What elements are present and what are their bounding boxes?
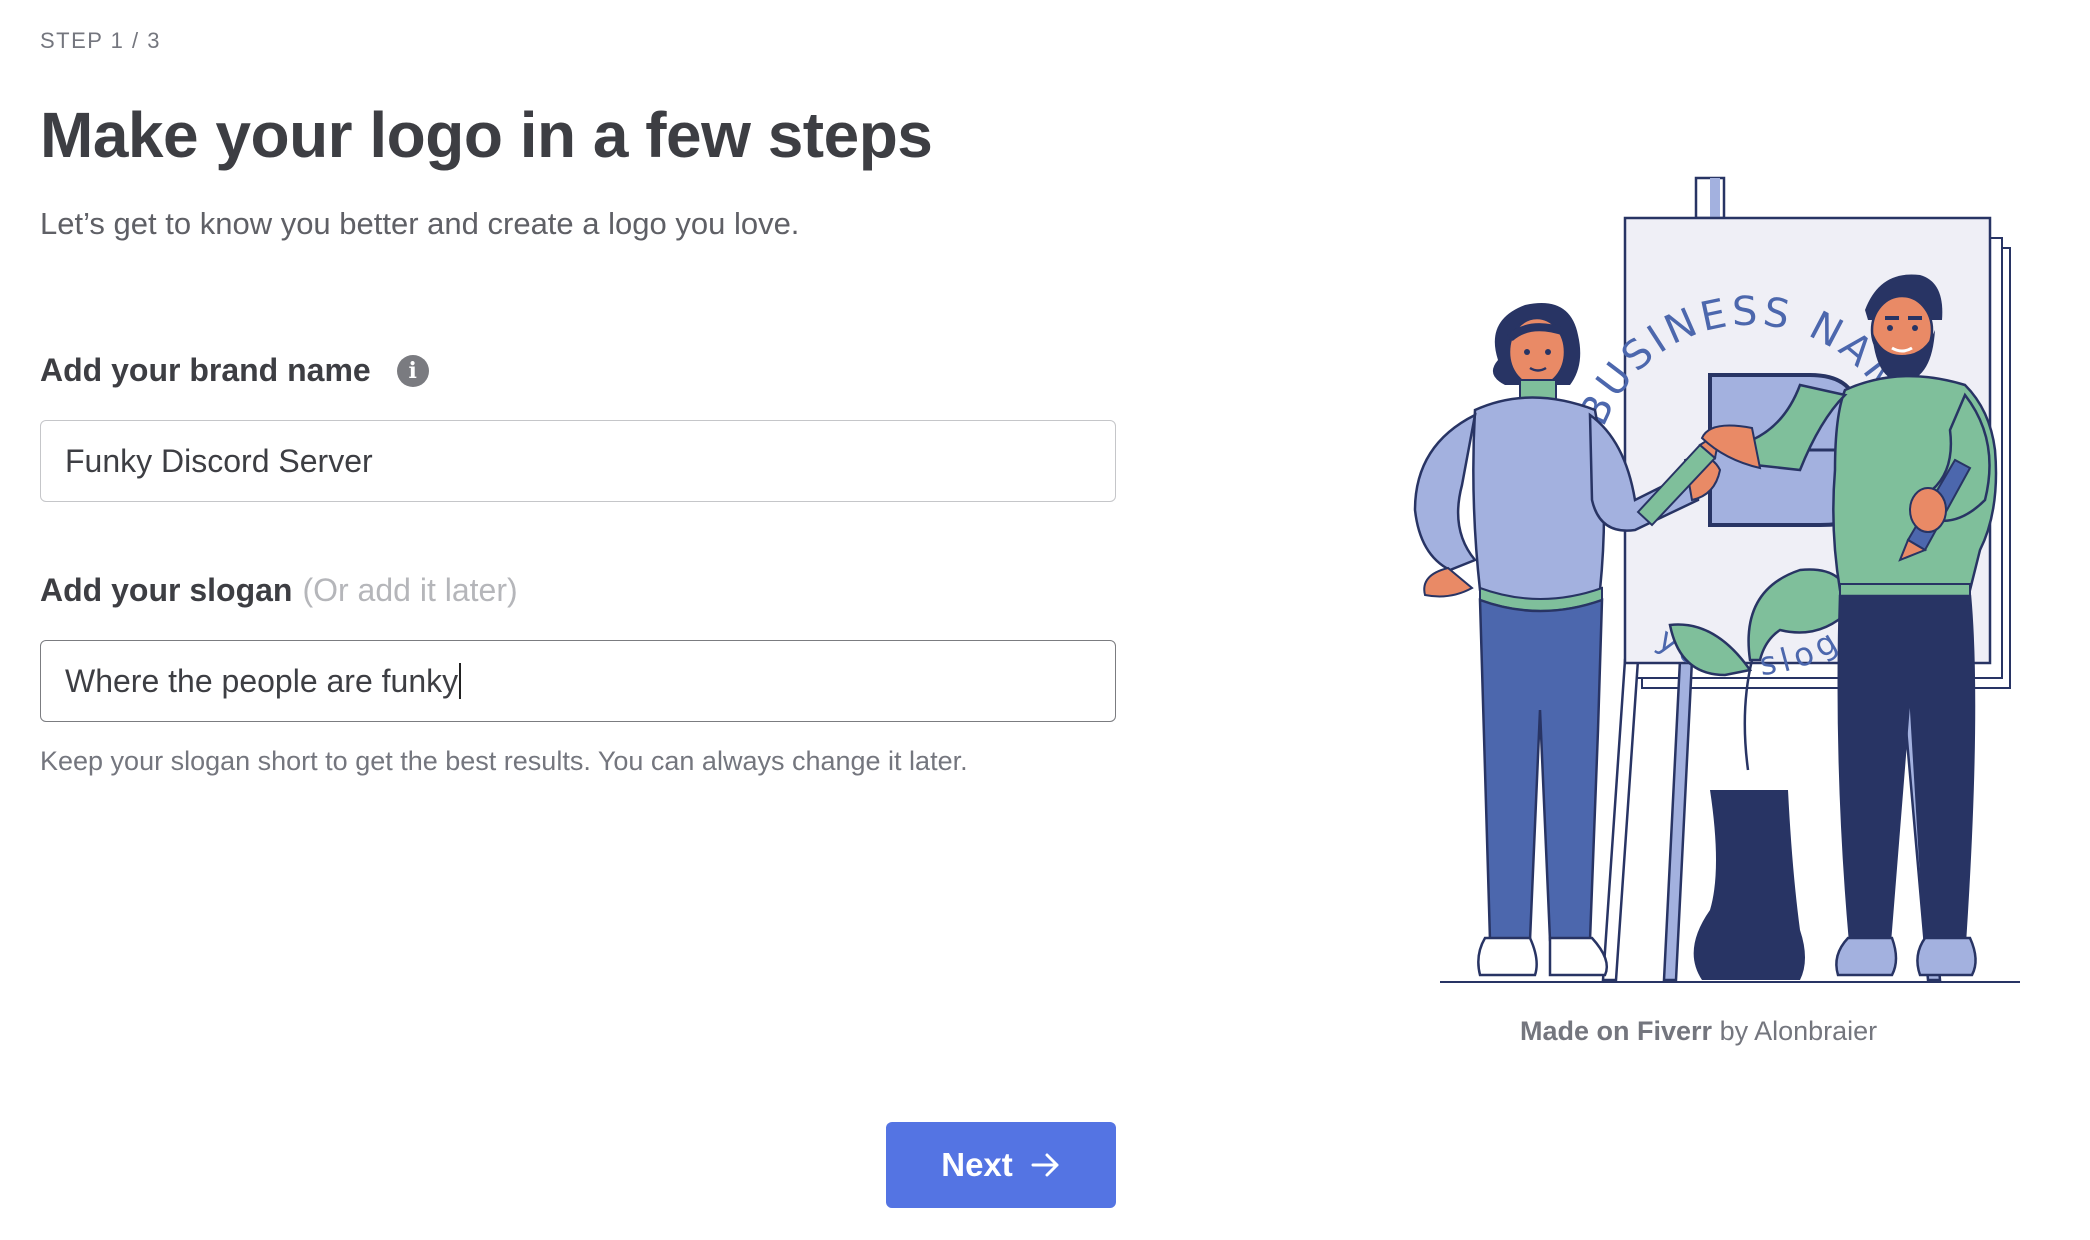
arrow-right-icon [1031, 1153, 1059, 1177]
slogan-value: Where the people are funky [65, 662, 459, 699]
logo-illustration: BUSINESS NAME your slog [1413, 176, 2020, 983]
brand-name-value: Funky Discord Server [65, 442, 373, 479]
slogan-label: Add your slogan (Or add it later) [40, 572, 518, 609]
text-caret [459, 663, 462, 699]
vase [1693, 790, 1805, 980]
page-subtitle: Let’s get to know you better and create … [40, 206, 800, 241]
next-button[interactable]: Next [886, 1122, 1116, 1208]
info-icon[interactable]: i [396, 354, 429, 387]
slogan-hint: Keep your slogan short to get the best r… [40, 746, 968, 776]
easel-leg-mid [1662, 658, 1694, 982]
page-title: Make your logo in a few steps [40, 99, 933, 171]
slogan-label-text: Add your slogan [40, 572, 293, 608]
brand-name-label-text: Add your brand name [40, 352, 371, 388]
slogan-input[interactable]: Where the people are funky [40, 640, 1116, 722]
brand-name-input[interactable]: Funky Discord Server [40, 420, 1116, 502]
illustration-credit: Made on Fiverr by Alonbraier [1520, 1016, 1877, 1047]
credit-author: by Alonbraier [1719, 1016, 1878, 1046]
easel-leg-left [1601, 658, 1640, 982]
brand-name-label: Add your brand name i [40, 352, 429, 389]
slogan-optional-note: (Or add it later) [302, 572, 518, 608]
credit-made-on: Made on Fiverr [1520, 1016, 1713, 1046]
next-button-label: Next [941, 1146, 1013, 1183]
step-indicator: STEP 1 / 3 [40, 28, 161, 53]
easel-mast-stripe [1710, 178, 1720, 218]
logo-maker-step-page: STEP 1 / 3 Make your logo in a few steps… [0, 0, 2090, 1240]
